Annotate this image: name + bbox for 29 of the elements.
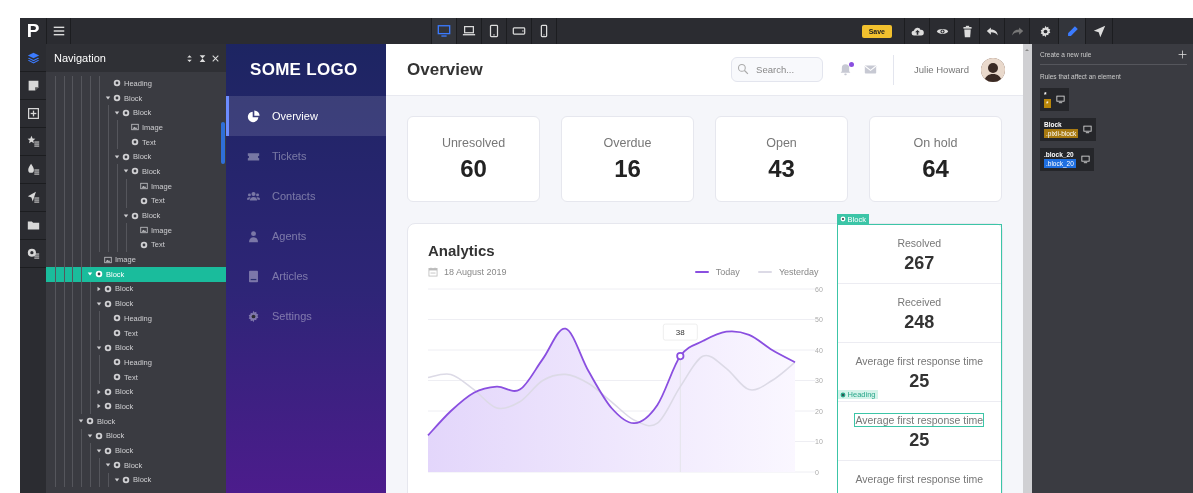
- stat-value: 60: [460, 154, 487, 183]
- stat-label: Unresolved: [441, 135, 506, 150]
- stat-value: 25: [909, 430, 930, 451]
- stat-label: Overdue: [603, 135, 652, 150]
- page-title: Overview: [407, 59, 484, 80]
- stat-label: Open: [766, 135, 797, 150]
- menu-item[interactable]: Overview: [226, 96, 386, 136]
- search-field[interactable]: Search...: [731, 57, 824, 82]
- stat-value: 64: [922, 154, 949, 183]
- site-logo: SOME LOGO: [249, 59, 359, 81]
- stat-label: Average first response time: [855, 414, 984, 426]
- stat-label: Resolved: [897, 237, 942, 249]
- stat-value: 25: [909, 371, 930, 392]
- stat-value: 267: [904, 253, 935, 274]
- annotation: 38: [675, 328, 686, 338]
- stat-label: Average first response time: [855, 473, 984, 485]
- user-name: Julie Howard: [914, 64, 969, 75]
- legend-label: Yesterday: [778, 267, 819, 277]
- stat-label: Average first response time: [855, 355, 984, 367]
- value-tooltip: 38: [662, 323, 698, 341]
- stat-value: 43: [768, 154, 795, 183]
- card-title: Analytics: [428, 242, 496, 259]
- legend-label: Today: [715, 267, 740, 277]
- stat-value: 248: [904, 312, 935, 333]
- stat-label: On hold: [913, 135, 958, 150]
- stat-label: Received: [897, 296, 942, 308]
- panel-title: Navigation: [54, 52, 107, 64]
- stat-value: 16: [614, 154, 641, 183]
- date-label: 18 August 2019: [444, 267, 507, 277]
